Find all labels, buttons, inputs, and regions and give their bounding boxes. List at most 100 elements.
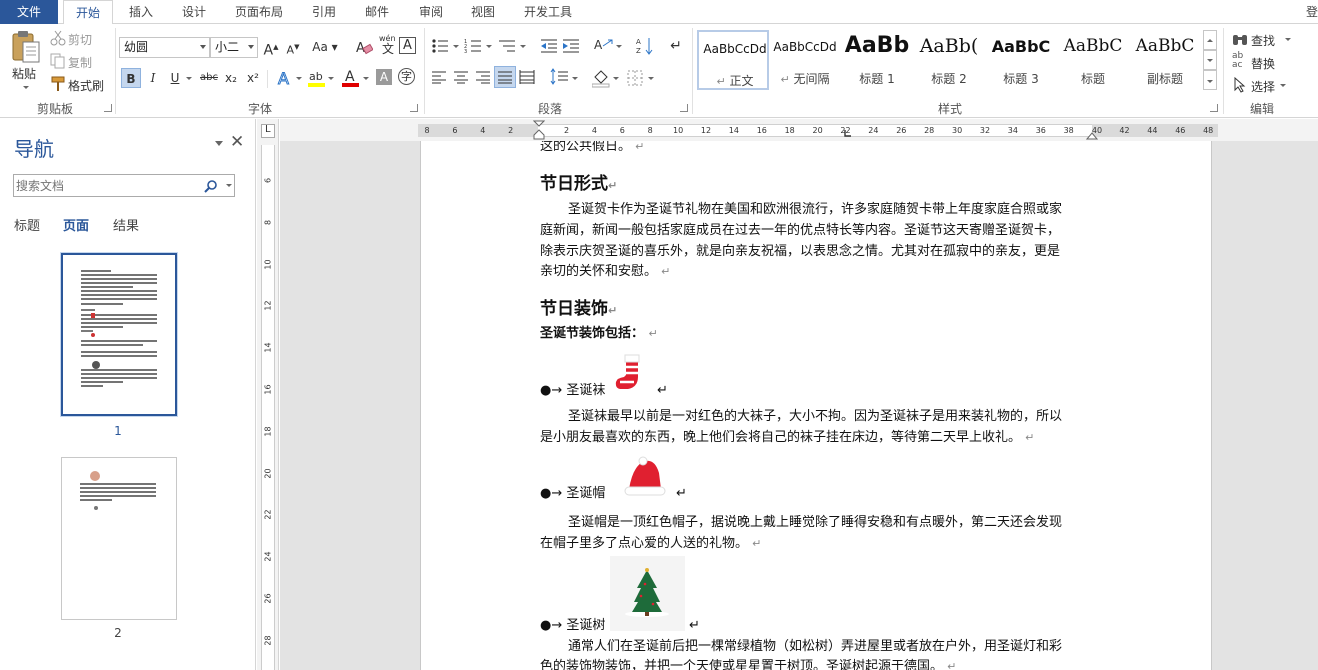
stocking-image[interactable] xyxy=(614,353,648,393)
line-spacing-icon[interactable] xyxy=(550,68,570,86)
santa-hat-image[interactable] xyxy=(621,453,669,499)
tab-insert[interactable]: 插入 xyxy=(120,0,162,24)
align-right-icon[interactable] xyxy=(475,70,491,84)
style-heading-3[interactable]: AaBbC 标题 3 xyxy=(985,30,1057,90)
borders-dropdown-icon[interactable] xyxy=(648,77,654,80)
shading-dropdown-icon[interactable] xyxy=(613,77,619,80)
multilevel-dropdown-icon[interactable] xyxy=(520,45,526,48)
font-size-combo[interactable]: 小二 xyxy=(210,37,258,58)
nav-options-icon[interactable] xyxy=(215,141,223,146)
style-heading-1[interactable]: AaBb 标题 1 xyxy=(841,30,913,90)
find-dropdown-icon[interactable] xyxy=(1285,38,1291,41)
increase-indent-icon[interactable] xyxy=(562,38,580,54)
bullets-icon[interactable] xyxy=(431,38,451,54)
show-marks-button[interactable]: ↵ xyxy=(666,36,686,56)
format-painter-button[interactable]: 格式刷 xyxy=(68,77,104,94)
select-button[interactable]: 选择 xyxy=(1251,78,1275,95)
decrease-indent-icon[interactable] xyxy=(540,38,558,54)
style-subtitle[interactable]: AaBbC 副标题 xyxy=(1129,30,1201,90)
italic-button[interactable]: I xyxy=(143,68,163,88)
text-effects-icon[interactable]: A xyxy=(276,69,294,87)
phonetic-guide-button[interactable]: wén 文 xyxy=(377,34,397,56)
tab-stop-marker-icon[interactable] xyxy=(843,128,853,138)
font-name-combo[interactable]: 幼圆 xyxy=(119,37,210,58)
underline-button[interactable]: U xyxy=(165,68,185,88)
replace-icon[interactable]: ab ac xyxy=(1232,52,1243,70)
close-icon[interactable]: ✕ xyxy=(230,132,244,152)
document-page[interactable]: 这的公共假日。 ↵ 节日形式↵ 圣诞贺卡作为圣诞节礼物在美国和欧洲很流行，许多家… xyxy=(420,141,1212,670)
tab-review[interactable]: 审阅 xyxy=(410,0,452,24)
style-heading-2[interactable]: AaBb( 标题 2 xyxy=(913,30,985,90)
sign-in-link[interactable]: 登 xyxy=(1306,0,1318,24)
borders-icon[interactable] xyxy=(627,70,643,86)
gallery-more-button[interactable] xyxy=(1203,70,1217,90)
tab-home[interactable]: 开始 xyxy=(63,0,113,25)
cut-icon[interactable] xyxy=(50,30,66,46)
distributed-icon[interactable] xyxy=(519,70,535,84)
align-left-icon[interactable] xyxy=(431,70,447,84)
line-spacing-dropdown-icon[interactable] xyxy=(572,77,578,80)
paste-label[interactable]: 粘贴 xyxy=(12,65,36,82)
numbering-dropdown-icon[interactable] xyxy=(486,45,492,48)
tab-results[interactable]: 结果 xyxy=(113,215,139,234)
chinese-layout-dropdown-icon[interactable] xyxy=(616,45,622,48)
align-center-icon[interactable] xyxy=(453,70,469,84)
change-case-button[interactable]: Aa ▾ xyxy=(311,37,339,57)
tab-headings[interactable]: 标题 xyxy=(14,215,40,234)
select-cursor-icon[interactable] xyxy=(1233,77,1247,93)
search-icon[interactable] xyxy=(204,179,218,193)
paste-dropdown-icon[interactable] xyxy=(23,86,29,89)
shading-icon[interactable] xyxy=(592,68,610,88)
font-launcher-icon[interactable] xyxy=(410,104,418,112)
copy-button[interactable]: 复制 xyxy=(68,54,92,71)
tab-pages[interactable]: 页面 xyxy=(63,215,89,234)
tab-references[interactable]: 引用 xyxy=(303,0,345,24)
sort-icon[interactable]: AZ xyxy=(636,36,654,56)
cut-button[interactable]: 剪切 xyxy=(68,31,92,48)
grow-font-button[interactable]: A▲ xyxy=(261,37,281,59)
tab-view[interactable]: 视图 xyxy=(462,0,504,24)
binoculars-icon[interactable] xyxy=(1232,31,1248,47)
select-dropdown-icon[interactable] xyxy=(1280,84,1286,87)
highlight-dropdown-icon[interactable] xyxy=(328,77,334,80)
font-color-dropdown-icon[interactable] xyxy=(363,77,369,80)
enclose-characters-button[interactable]: 字 xyxy=(398,68,415,85)
tab-layout[interactable]: 页面布局 xyxy=(228,0,290,24)
page-thumbnail-2[interactable] xyxy=(61,457,177,620)
christmas-tree-image[interactable] xyxy=(610,556,685,631)
style-title[interactable]: AaBbC 标题 xyxy=(1057,30,1129,90)
text-effects-dropdown-icon[interactable] xyxy=(296,77,302,80)
clear-formatting-icon[interactable]: A xyxy=(355,39,373,55)
style-no-spacing[interactable]: AaBbCcDd ↵ 无间隔 xyxy=(769,30,841,90)
numbering-icon[interactable]: 123 xyxy=(464,38,484,54)
paragraph-launcher-icon[interactable] xyxy=(680,104,688,112)
paste-button[interactable] xyxy=(10,30,44,69)
search-options-icon[interactable] xyxy=(226,184,232,187)
page-thumbnail-1[interactable] xyxy=(60,252,178,417)
tab-mailings[interactable]: 邮件 xyxy=(356,0,398,24)
style-normal[interactable]: AaBbCcDd ↵ 正文 xyxy=(697,30,769,90)
strikethrough-button[interactable]: abc xyxy=(197,68,221,88)
format-painter-icon[interactable] xyxy=(50,76,66,92)
styles-launcher-icon[interactable] xyxy=(1210,104,1218,112)
right-indent-marker-icon[interactable] xyxy=(1086,129,1098,141)
multilevel-list-icon[interactable] xyxy=(497,38,519,54)
subscript-button[interactable]: x₂ xyxy=(221,68,241,88)
bold-button[interactable]: B xyxy=(121,68,141,88)
find-button[interactable]: 查找 xyxy=(1251,32,1275,49)
indent-markers-icon[interactable] xyxy=(533,120,545,142)
bullets-dropdown-icon[interactable] xyxy=(453,45,459,48)
character-shading-button[interactable]: A xyxy=(376,69,392,85)
search-input[interactable] xyxy=(16,177,201,194)
replace-button[interactable]: 替换 xyxy=(1251,55,1275,72)
shrink-font-button[interactable]: A▼ xyxy=(283,37,303,57)
justify-button[interactable] xyxy=(494,66,516,88)
highlight-icon[interactable]: ab xyxy=(308,68,326,88)
character-border-button[interactable]: A xyxy=(399,37,416,54)
gallery-scroll-up-button[interactable] xyxy=(1203,30,1217,50)
tab-design[interactable]: 设计 xyxy=(173,0,215,24)
font-color-icon[interactable]: A xyxy=(342,68,360,88)
tab-selector[interactable]: L xyxy=(261,124,275,138)
gallery-scroll-down-button[interactable] xyxy=(1203,50,1217,70)
copy-icon[interactable] xyxy=(50,53,66,69)
